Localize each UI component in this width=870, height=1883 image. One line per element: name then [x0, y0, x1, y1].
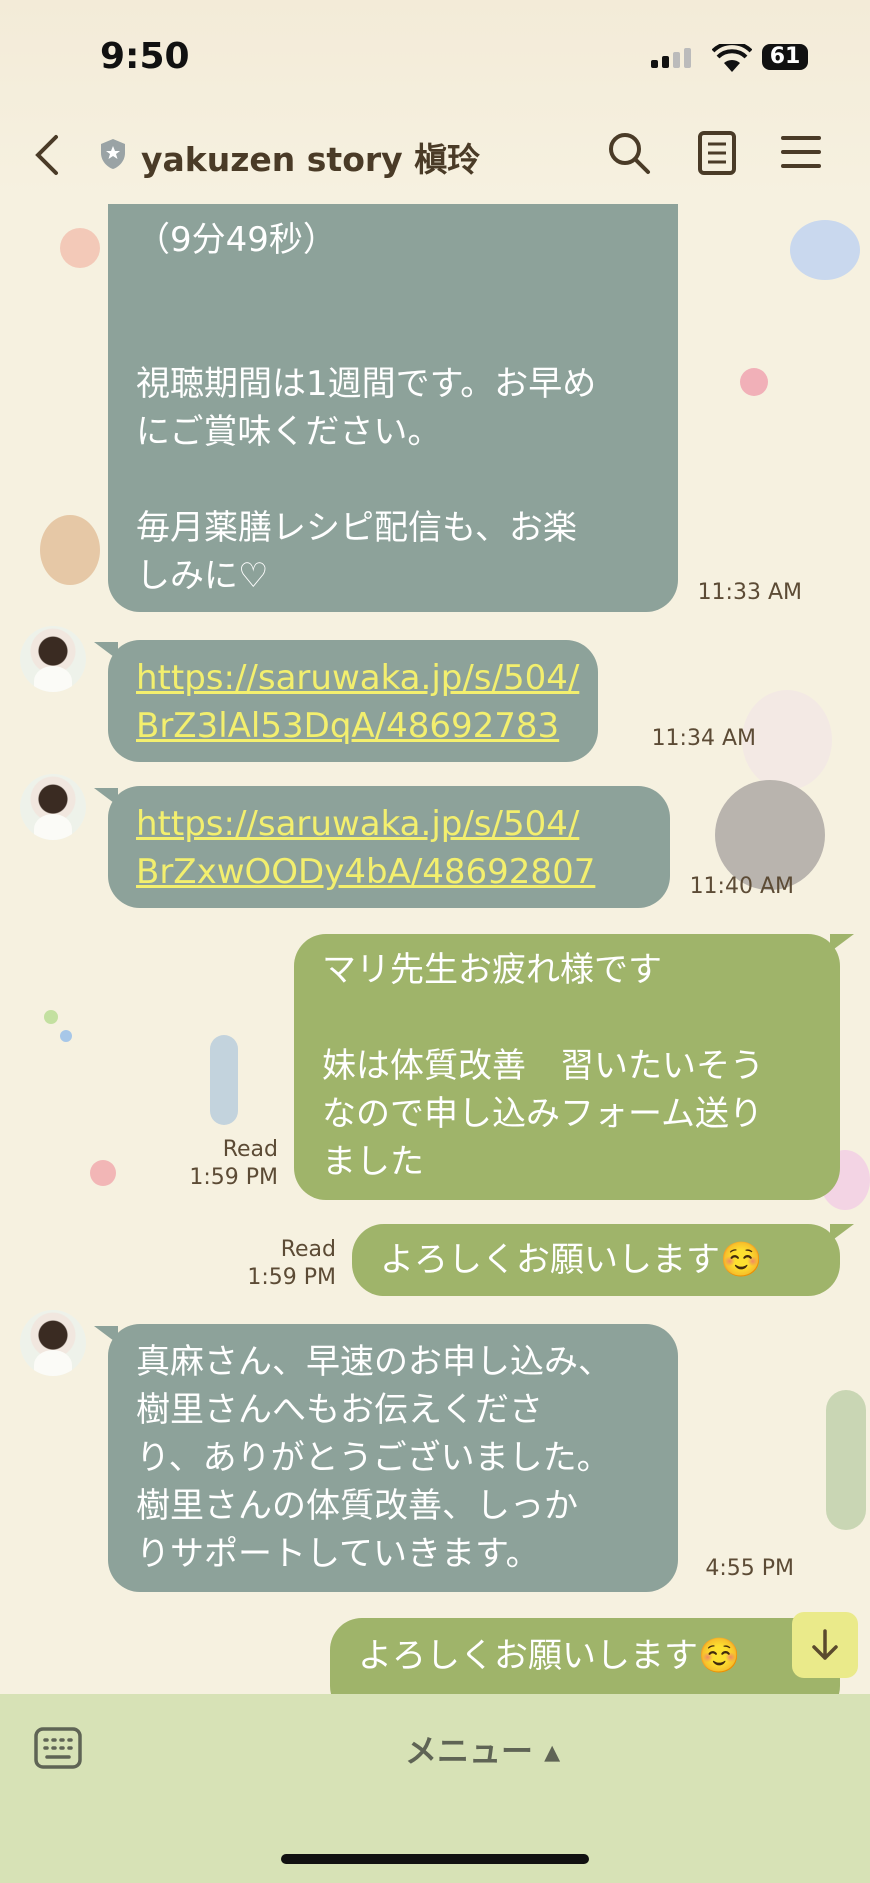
message-time: 11:34 AM — [651, 726, 756, 751]
message-time: 11:40 AM — [689, 874, 794, 899]
wifi-icon — [711, 41, 753, 78]
message-bubble-received[interactable]: https://saruwaka.jp/s/504/ BrZ3lAl53DqA/… — [108, 640, 598, 762]
message-time: 11:33 AM — [697, 580, 802, 605]
message-text: 真麻さん、早速のお申し込み、 樹里さんへもお伝えくださ り、ありがとうございまし… — [136, 1342, 612, 1574]
message-text: よろしくお願いします☺️ — [380, 1240, 763, 1280]
menu-button[interactable] — [781, 130, 821, 178]
message-link[interactable]: https://saruwaka.jp/s/504/ BrZ3lAl53DqA/… — [136, 654, 579, 750]
shield-icon — [98, 137, 128, 175]
scroll-to-bottom-button[interactable] — [792, 1612, 858, 1678]
message-bubble-sent[interactable]: マリ先生お疲れ様です 妹は体質改善 習いたいそう なので申し込みフォーム送り ま… — [294, 934, 840, 1200]
message-time: 4:55 PM — [705, 1556, 794, 1581]
read-receipt: Read — [222, 1137, 278, 1162]
chevron-left-icon — [35, 135, 58, 175]
avatar[interactable] — [20, 1310, 86, 1376]
message-time: 1:59 PM — [247, 1265, 336, 1290]
message-bubble-received[interactable]: https://saruwaka.jp/s/504/ BrZxwOODy4bA/… — [108, 786, 670, 908]
home-indicator[interactable] — [281, 1854, 589, 1864]
message-time: 1:59 PM — [189, 1165, 278, 1190]
avatar[interactable] — [20, 774, 86, 840]
message-text: よろしくお願いします☺️ — [358, 1636, 741, 1676]
battery-indicator: 61 — [762, 44, 808, 70]
menu-toggle[interactable]: メニュー ▴ — [405, 1726, 560, 1772]
search-button[interactable] — [606, 130, 652, 180]
status-time: 9:50 — [100, 36, 190, 77]
message-text: マリ先生お疲れ様です 妹は体質改善 習いたいそう なので申し込みフォーム送り ま… — [322, 950, 764, 1182]
chat-header: yakuzen story 槇玲 — [0, 115, 870, 195]
message-bubble-received[interactable]: （9分49秒） 視聴期間は1週間です。お早め にご賞味ください。 毎月薬膳レシピ… — [108, 204, 678, 612]
arrow-down-icon — [812, 1629, 838, 1660]
notes-button[interactable] — [697, 130, 737, 180]
message-bubble-received[interactable]: 真麻さん、早速のお申し込み、 樹里さんへもお伝えくださ り、ありがとうございまし… — [108, 1324, 678, 1592]
chat-title[interactable]: yakuzen story 槇玲 — [141, 133, 480, 181]
message-bubble-sent[interactable]: よろしくお願いします☺️ — [330, 1618, 840, 1694]
search-icon — [609, 133, 650, 174]
message-text: （9分49秒） 視聴期間は1週間です。お早め にご賞味ください。 毎月薬膳レシピ… — [136, 220, 597, 596]
message-link[interactable]: https://saruwaka.jp/s/504/ BrZxwOODy4bA/… — [136, 800, 595, 896]
chat-messages[interactable]: （9分49秒） 視聴期間は1週間です。お早め にご賞味ください。 毎月薬膳レシピ… — [0, 204, 870, 1694]
message-bubble-sent[interactable]: よろしくお願いします☺️ — [352, 1224, 840, 1296]
notes-icon — [698, 131, 736, 175]
avatar[interactable] — [20, 626, 86, 692]
signal-icon — [651, 48, 695, 68]
keyboard-button[interactable] — [33, 1726, 83, 1774]
hamburger-icon — [781, 136, 821, 168]
read-receipt: Read — [280, 1237, 336, 1262]
keyboard-icon — [34, 1727, 82, 1769]
back-button[interactable] — [32, 133, 62, 181]
status-bar: 9:50 61 — [0, 0, 870, 110]
bottom-menu-bar: メニュー ▴ — [0, 1694, 870, 1883]
